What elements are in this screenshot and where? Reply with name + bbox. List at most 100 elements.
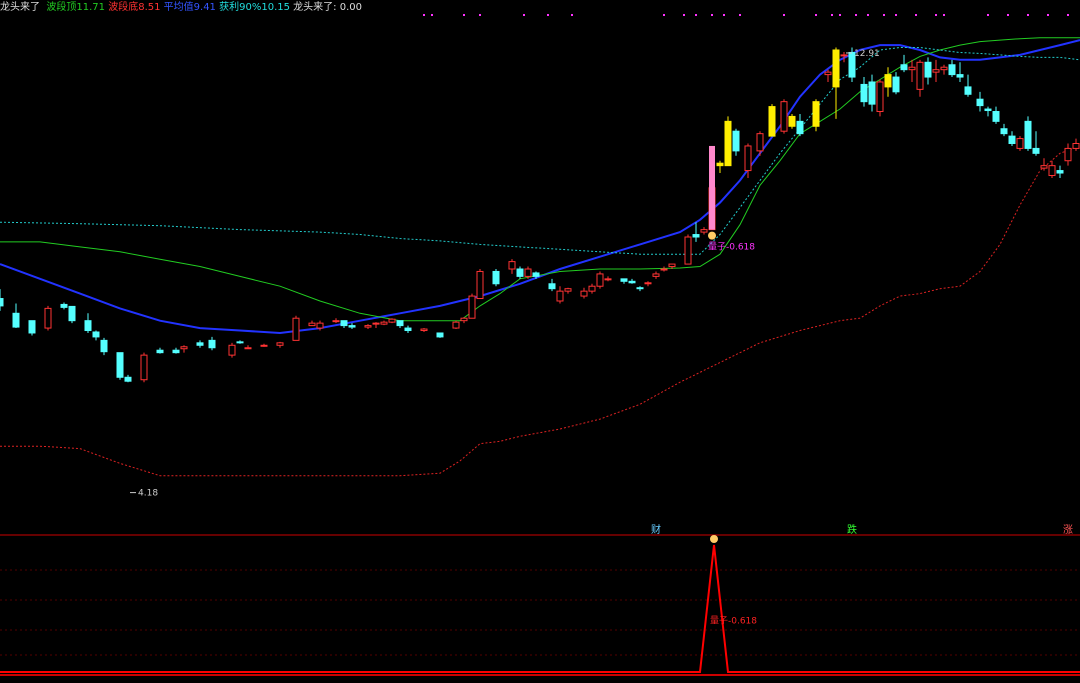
top-dot-7 (663, 14, 665, 16)
candle-body-32 (396, 320, 404, 327)
candle-body-38 (468, 295, 476, 319)
top-dot-16 (839, 14, 841, 16)
candle-body-35 (436, 332, 444, 338)
candle-body-19 (244, 347, 252, 350)
candle-body-58 (668, 263, 676, 268)
candle-body-103 (1072, 143, 1080, 149)
candle-body-69 (780, 101, 788, 132)
chart-background (0, 0, 1080, 683)
candle-body-23 (308, 322, 316, 327)
candle-body-47 (564, 288, 572, 292)
candle-body-57 (660, 268, 668, 271)
legend-indicator-label: 龙头来了 (293, 2, 334, 13)
candle-body-3 (44, 307, 52, 329)
candle-body-45 (548, 283, 556, 290)
candle-body-16 (208, 339, 216, 349)
candle-body-24 (316, 322, 324, 329)
candle-body-42 (516, 268, 524, 277)
top-dot-5 (547, 14, 549, 16)
top-dot-0 (423, 14, 425, 16)
legend-profit-label: 获利90% (219, 2, 262, 13)
legend-indicator-value: 0.00 (339, 2, 362, 13)
top-dot-19 (883, 14, 885, 16)
candle-body-55 (644, 282, 652, 285)
candle-body-59 (684, 236, 692, 265)
top-dot-4 (523, 14, 525, 16)
candle-body-68 (768, 106, 776, 137)
candle-body-98 (1032, 147, 1040, 154)
candle-body-97 (1024, 120, 1032, 149)
top-dot-21 (915, 14, 917, 16)
candle-body-52 (620, 278, 628, 282)
candle-body-43 (524, 268, 532, 277)
candle-body-1 (12, 312, 20, 328)
indicator-annotation: 量子-0.618 (710, 616, 757, 627)
top-dot-17 (855, 14, 857, 16)
candle-body-87 (940, 66, 948, 71)
candle-body-25 (332, 320, 340, 323)
candle-body-51 (604, 278, 612, 281)
candle-body-60 (692, 234, 700, 238)
top-dot-26 (1027, 14, 1029, 16)
top-dot-28 (1067, 14, 1069, 16)
header-title: 龙头来了 (0, 2, 40, 13)
top-dot-12 (739, 14, 741, 16)
candle-body-72 (812, 101, 820, 127)
candle-body-89 (956, 74, 964, 78)
legend-avg-label: 平均值 (163, 2, 194, 13)
candle-body-49 (588, 285, 596, 292)
candle-body-13 (172, 349, 180, 354)
candle-body-44 (532, 272, 540, 277)
candle-body-20 (260, 344, 268, 347)
top-dot-1 (431, 14, 433, 16)
top-dot-20 (895, 14, 897, 16)
candle-body-46 (556, 290, 564, 302)
indicator-header: 龙头来了 波段顶11.71 波段底8.51 平均值9.41 获利90%10.15… (0, 0, 362, 16)
candle-body-30 (380, 321, 388, 325)
candle-body-12 (156, 349, 164, 354)
candle-body-84 (916, 61, 924, 90)
top-dot-18 (867, 14, 869, 16)
top-dot-14 (815, 14, 817, 16)
annotation-label-1: 4.18 (138, 489, 158, 499)
top-dot-11 (723, 14, 725, 16)
legend-profit-value: 10.15 (261, 2, 290, 13)
candle-body-101 (1056, 170, 1064, 174)
candle-body-79 (876, 81, 884, 113)
candle-body-5 (68, 305, 76, 322)
annotation-label-2: 量子-0.618 (708, 242, 755, 253)
candle-body-40 (492, 270, 500, 285)
candle-body-9 (116, 352, 124, 378)
candle-body-11 (140, 354, 148, 381)
candle-body-21 (276, 342, 284, 346)
candle-body-77 (860, 83, 868, 103)
legend-avg-value: 9.41 (193, 2, 216, 13)
candle-body-29 (372, 322, 380, 325)
money-bag-icon (708, 231, 716, 240)
candle-body-64 (724, 120, 732, 167)
candle-body-17 (228, 344, 236, 356)
top-dot-23 (943, 14, 945, 16)
candle-body-71 (796, 120, 804, 135)
candle-body-88 (948, 64, 956, 76)
top-dot-3 (479, 14, 481, 16)
top-dot-9 (695, 14, 697, 16)
stock-chart[interactable]: 12.91 4.18 量子-0.618 财 跌 涨 量子-0.618 (0, 0, 1080, 683)
signal-bar (709, 145, 715, 230)
top-dot-6 (571, 14, 573, 16)
candle-body-63 (716, 162, 724, 167)
candle-body-4 (60, 303, 68, 308)
candle-body-27 (348, 325, 356, 328)
candle-body-54 (636, 287, 644, 290)
top-dot-2 (463, 14, 465, 16)
candle-body-80 (884, 74, 892, 88)
candle-body-92 (984, 108, 992, 112)
candle-body-73 (824, 71, 832, 76)
candle-body-2 (28, 320, 36, 334)
candle-body-100 (1048, 165, 1056, 176)
candle-body-86 (932, 69, 940, 73)
candle-body-95 (1008, 135, 1016, 144)
marker-0: 财 (651, 523, 661, 536)
candle-body-70 (788, 115, 796, 127)
candle-body-66 (744, 145, 752, 172)
